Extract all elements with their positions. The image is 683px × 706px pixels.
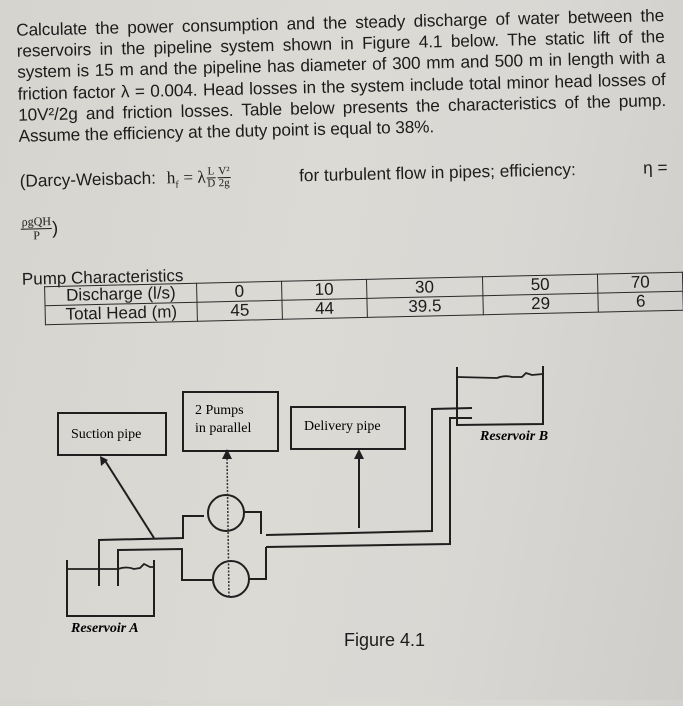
pump-2 (212, 560, 250, 598)
pump-1 (207, 494, 245, 532)
figure-4-1-diagram: Suction pipe 2 Pumps in parallel Deliver… (57, 366, 548, 636)
reservoir-a-water-surface (67, 562, 154, 570)
suction-pointer-line (103, 458, 155, 539)
pump-dotted-pointer (226, 454, 230, 599)
suction-pipe-upper (98, 515, 204, 586)
pump-1-outlet (244, 511, 262, 534)
delivery-pipe-lower (265, 417, 472, 548)
pumps-label-line2: in parallel (195, 421, 251, 436)
figure-caption: Figure 4.1 (344, 630, 426, 650)
reservoir-a-label: Reservoir A (70, 621, 139, 636)
reservoir-b-water-surface (456, 371, 544, 379)
delivery-pipe-label: Delivery pipe (304, 419, 381, 434)
suction-pipe-label: Suction pipe (71, 427, 141, 442)
reservoir-b-label: Reservoir B (479, 429, 548, 444)
delivery-arrow-icon (354, 449, 364, 459)
pump-2-outlet (249, 547, 267, 580)
pumps-label-line1: 2 Pumps (195, 403, 244, 418)
